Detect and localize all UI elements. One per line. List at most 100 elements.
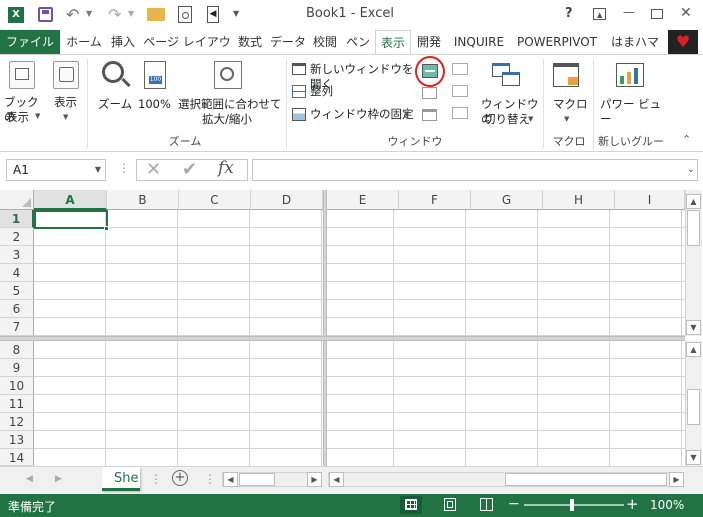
horizontal-split-bar[interactable] — [0, 336, 685, 341]
page-layout-view-icon[interactable] — [444, 498, 456, 511]
view-side-by-side-icon[interactable] — [452, 63, 468, 75]
macros-button[interactable]: マクロ ▼ — [547, 57, 589, 127]
open-folder-icon[interactable] — [147, 8, 165, 21]
row-header-10[interactable]: 10 — [0, 377, 34, 395]
workbook-views-button[interactable]: ブックの 表示 ▼ — [2, 57, 44, 127]
scroll-down-icon[interactable]: ▼ — [686, 320, 701, 335]
scroll-left-icon[interactable]: ◀ — [329, 472, 344, 487]
column-header-d[interactable]: D — [251, 190, 323, 210]
column-header-c[interactable]: C — [179, 190, 251, 210]
cell-grid-top[interactable] — [34, 210, 685, 336]
help-button[interactable]: ? — [565, 6, 573, 21]
column-header-b[interactable]: B — [107, 190, 179, 210]
horizontal-scrollbar-right[interactable]: ◀ ▶ — [328, 472, 684, 487]
reset-window-position-icon[interactable] — [452, 107, 468, 119]
switch-windows-button[interactable]: ウィンドウの 切り替え ▼ — [476, 57, 540, 127]
scroll-up-icon[interactable]: ▲ — [686, 194, 701, 209]
column-header-g[interactable]: G — [471, 190, 543, 210]
ribbon-display-options-icon[interactable]: ▲ — [593, 8, 606, 20]
zoom-slider-thumb[interactable] — [570, 499, 574, 511]
scroll-up-icon[interactable]: ▲ — [686, 342, 701, 357]
zoom-in-button[interactable]: + — [626, 495, 639, 513]
tab-hamahama[interactable]: はまハマ — [606, 30, 664, 54]
row-header-4[interactable]: 4 — [0, 264, 34, 282]
scroll-left-icon[interactable]: ◀ — [223, 472, 238, 487]
row-header-13[interactable]: 13 — [0, 431, 34, 449]
row-header-14[interactable]: 14 — [0, 449, 34, 466]
column-header-e[interactable]: E — [327, 190, 399, 210]
tab-splitter-icon[interactable]: ⋮ — [204, 472, 216, 486]
vertical-scrollbar-bottom[interactable]: ▲ ▼ — [685, 341, 702, 466]
row-header-3[interactable]: 3 — [0, 246, 34, 264]
add-sheet-icon[interactable]: + — [172, 470, 188, 486]
unhide-button[interactable] — [418, 105, 442, 125]
zoom-percent[interactable]: 100% — [650, 498, 684, 512]
zoom-100-button[interactable]: 100 100% — [138, 57, 174, 117]
name-box[interactable]: A1 ▼ — [6, 159, 106, 181]
expand-formula-bar-icon[interactable]: ⌄ — [687, 164, 695, 175]
sheet-tab[interactable]: She — [102, 467, 140, 491]
tab-powerpivot[interactable]: POWERPIVOT — [512, 30, 602, 54]
undo-dropdown-icon[interactable]: ▼ — [86, 9, 92, 18]
fill-handle[interactable] — [104, 226, 109, 231]
column-header-i[interactable]: I — [615, 190, 685, 210]
row-header-9[interactable]: 9 — [0, 359, 34, 377]
scroll-down-icon[interactable]: ▼ — [686, 450, 701, 465]
formula-input[interactable]: ⌄ — [252, 159, 698, 181]
active-cell-a1[interactable] — [34, 210, 108, 229]
collapse-ribbon-icon[interactable]: ⌃ — [682, 133, 691, 146]
save-icon[interactable] — [38, 7, 53, 22]
tab-review[interactable]: 校閲 — [309, 30, 341, 54]
row-header-12[interactable]: 12 — [0, 413, 34, 431]
row-header-11[interactable]: 11 — [0, 395, 34, 413]
cell-grid-bottom[interactable] — [34, 341, 685, 466]
tab-view[interactable]: 表示 — [375, 30, 411, 55]
select-all-corner[interactable] — [0, 190, 34, 210]
scroll-thumb[interactable] — [239, 473, 275, 486]
tab-home[interactable]: ホーム — [64, 30, 104, 54]
tab-developer[interactable]: 開発 — [413, 30, 445, 54]
scroll-right-icon[interactable]: ▶ — [669, 472, 684, 487]
row-header-5[interactable]: 5 — [0, 282, 34, 300]
scroll-right-icon[interactable]: ▶ — [307, 472, 322, 487]
tab-insert[interactable]: 挿入 — [106, 30, 140, 54]
vertical-scrollbar-top[interactable]: ▲ ▼ — [685, 190, 702, 336]
row-header-7[interactable]: 7 — [0, 318, 34, 336]
synchronous-scrolling-icon[interactable] — [452, 85, 468, 97]
row-header-6[interactable]: 6 — [0, 300, 34, 318]
freeze-panes-button[interactable]: ウィンドウ枠の固定 ▼ — [290, 106, 414, 124]
redo-dropdown-icon[interactable]: ▼ — [128, 9, 134, 18]
close-button[interactable]: ✕ — [680, 5, 692, 21]
show-button[interactable]: 表示 ▼ — [48, 57, 84, 127]
cancel-icon[interactable]: ✕ — [146, 159, 161, 180]
touch-mode-icon[interactable]: ◀ — [207, 6, 219, 23]
zoom-slider[interactable] — [524, 499, 624, 511]
arrange-all-button[interactable]: 整列 — [290, 83, 350, 101]
tab-data[interactable]: データ — [269, 30, 307, 54]
power-view-button[interactable]: パワー ビュー — [596, 57, 666, 127]
page-break-preview-icon[interactable] — [480, 498, 493, 511]
tab-pen[interactable]: ペン — [343, 30, 373, 54]
restore-button-icon[interactable] — [651, 9, 663, 19]
row-header-1[interactable]: 1 — [0, 210, 34, 228]
row-header-2[interactable]: 2 — [0, 228, 34, 246]
print-preview-icon[interactable] — [178, 6, 192, 23]
scroll-thumb[interactable] — [505, 473, 667, 486]
zoom-to-selection-button[interactable]: 選択範囲に合わせて 拡大/縮小 — [176, 57, 282, 127]
column-header-a[interactable]: A — [34, 190, 107, 210]
undo-icon[interactable]: ↶ — [66, 5, 79, 24]
scroll-thumb[interactable] — [687, 210, 700, 246]
scroll-thumb[interactable] — [687, 389, 700, 425]
normal-view-button[interactable] — [400, 496, 422, 514]
row-header-8[interactable]: 8 — [0, 341, 34, 359]
enter-icon[interactable]: ✔ — [182, 159, 197, 180]
horizontal-scrollbar-left[interactable]: ◀ ▶ — [222, 472, 322, 487]
tab-formulas[interactable]: 数式 — [234, 30, 266, 54]
new-window-button[interactable]: 新しいウィンドウを開く — [290, 61, 414, 91]
tab-page-layout[interactable]: ページ レイアウト — [142, 30, 232, 73]
column-header-f[interactable]: F — [399, 190, 471, 210]
customize-qat-icon[interactable]: ▼ — [233, 9, 239, 18]
column-header-h[interactable]: H — [543, 190, 615, 210]
minimize-button[interactable]: — — [623, 5, 635, 19]
zoom-out-button[interactable]: − — [508, 496, 520, 512]
